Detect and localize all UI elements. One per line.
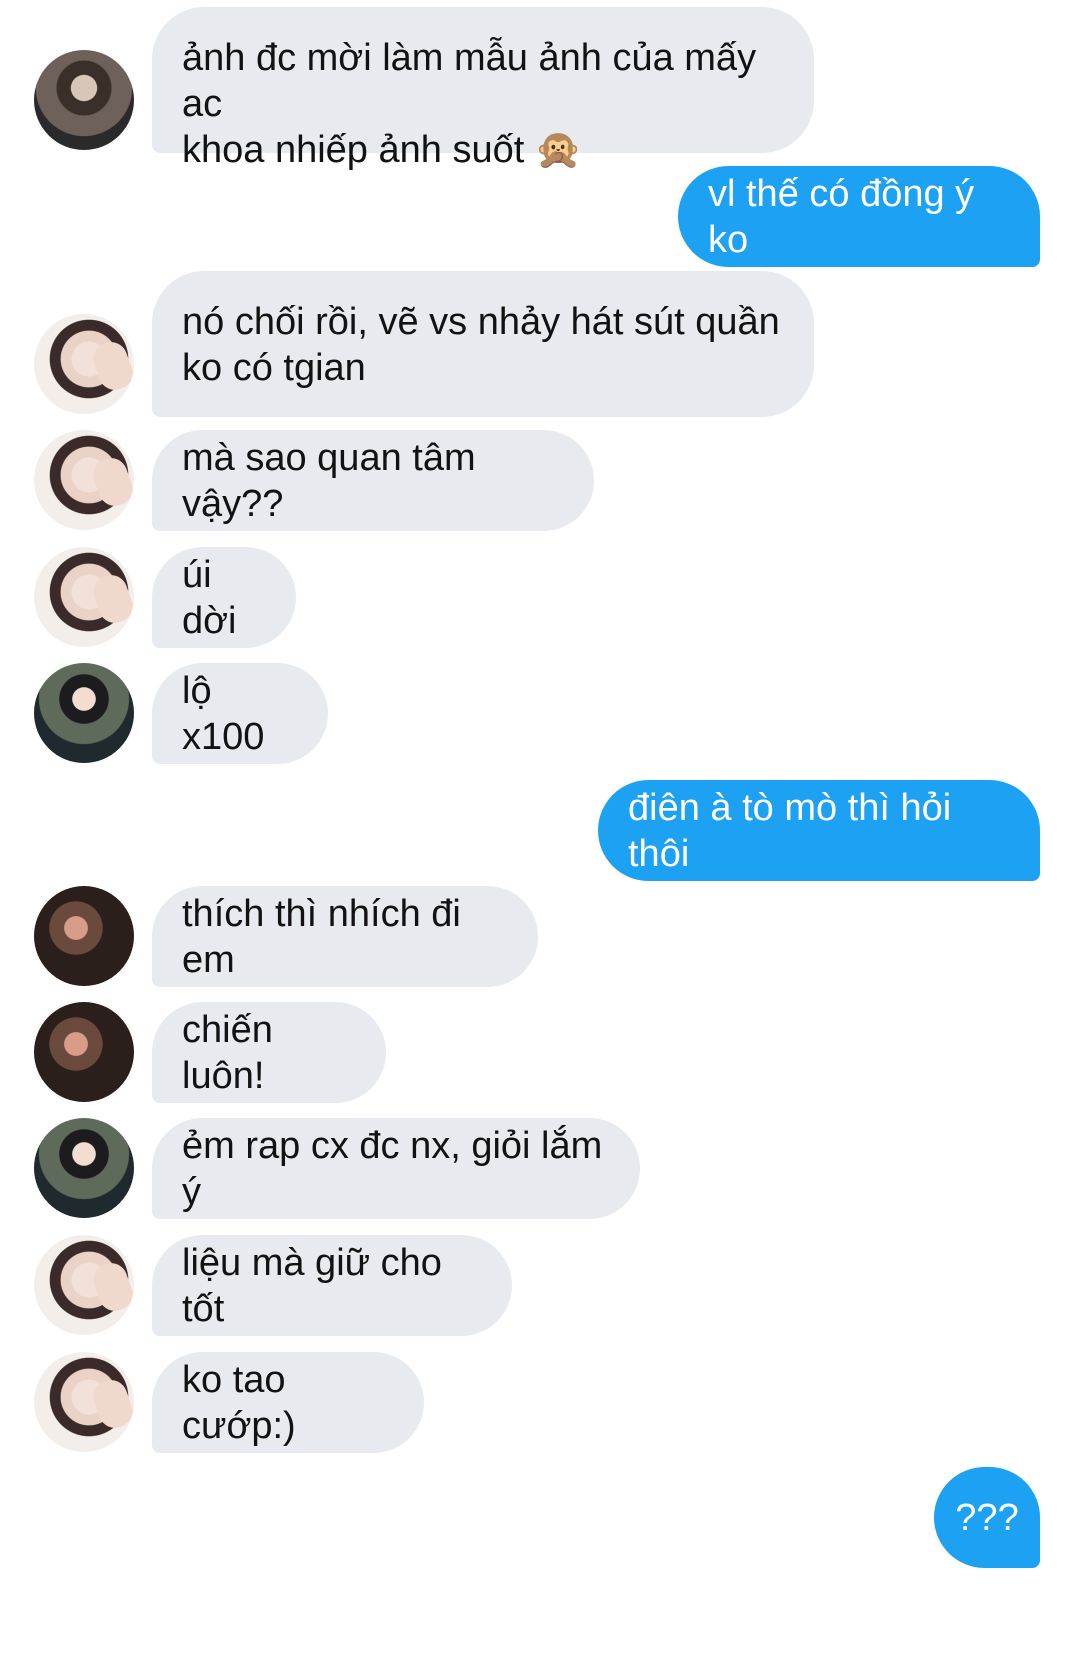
message-bubble-outgoing[interactable]: vl thế có đồng ý ko — [678, 166, 1040, 267]
message-bubble-incoming[interactable]: liệu mà giữ cho tốt — [152, 1235, 512, 1336]
message-bubble-outgoing[interactable]: điên à tò mò thì hỏi thôi — [598, 780, 1040, 881]
message-bubble-incoming[interactable]: nó chối rồi, vẽ vs nhảy hát sút quần ko … — [152, 271, 814, 417]
message-bubble-incoming[interactable]: mà sao quan tâm vậy?? — [152, 430, 594, 531]
avatar[interactable] — [34, 430, 134, 530]
avatar[interactable] — [34, 547, 134, 647]
message-bubble-incoming[interactable]: lộ x100 — [152, 663, 328, 764]
message-bubble-incoming[interactable]: ko tao cướp:) — [152, 1352, 424, 1453]
avatar[interactable] — [34, 1002, 134, 1102]
avatar[interactable] — [34, 1118, 134, 1218]
message-bubble-incoming[interactable]: thích thì nhích đi em — [152, 886, 538, 987]
message-bubble-incoming[interactable]: chiến luôn! — [152, 1002, 386, 1103]
message-bubble-incoming[interactable]: ẻm rap cx đc nx, giỏi lắm ý — [152, 1118, 640, 1219]
avatar[interactable] — [34, 1352, 134, 1452]
avatar[interactable] — [34, 886, 134, 986]
avatar[interactable] — [34, 663, 134, 763]
message-bubble-incoming[interactable]: ảnh đc mời làm mẫu ảnh của mấy ac khoa n… — [152, 7, 814, 171]
message-bubble-outgoing[interactable]: ??? — [934, 1467, 1040, 1568]
avatar[interactable] — [34, 50, 134, 150]
avatar[interactable] — [34, 314, 134, 414]
message-bubble-incoming[interactable]: úi dời — [152, 547, 296, 648]
avatar[interactable] — [34, 1235, 134, 1335]
